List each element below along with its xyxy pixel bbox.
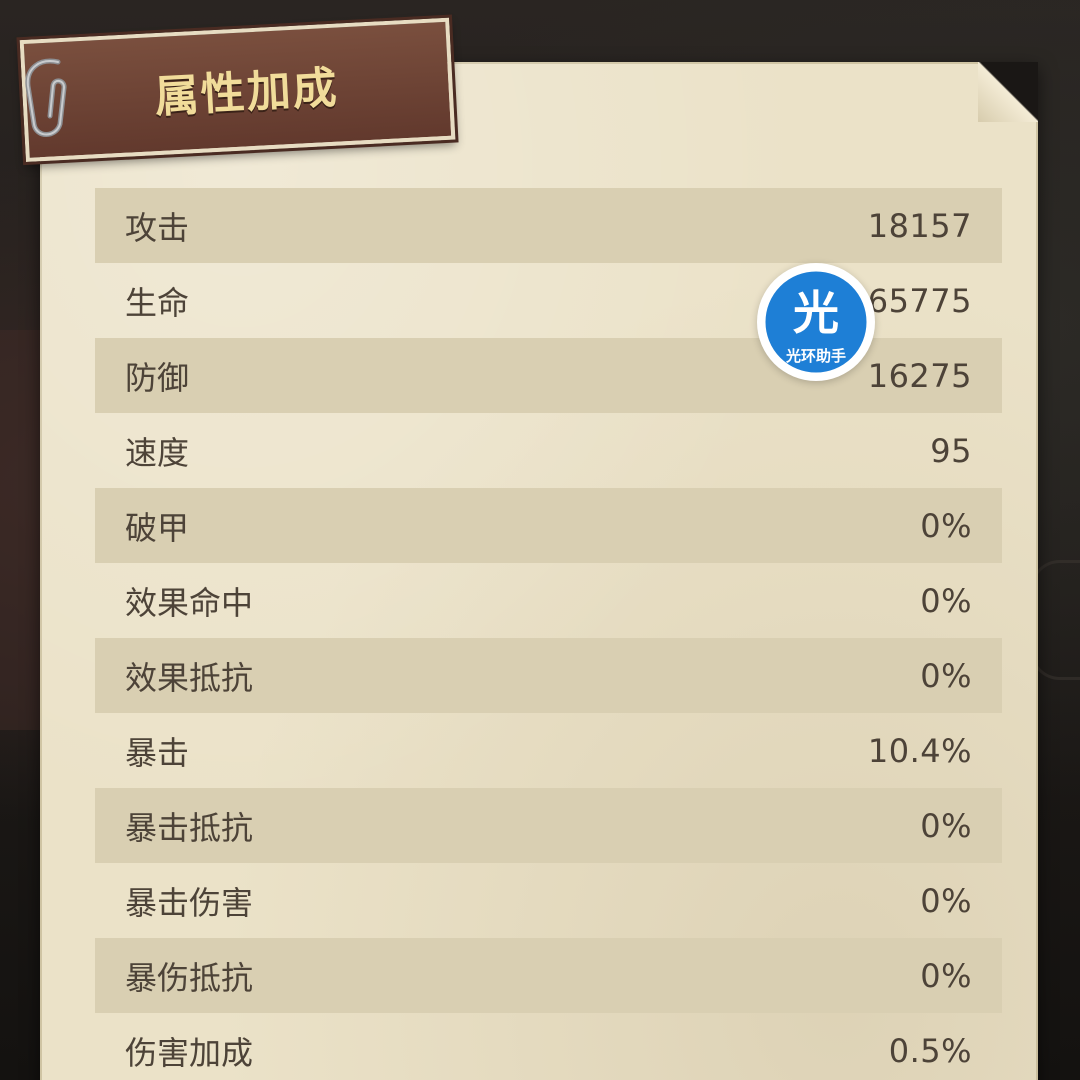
stat-row-crit: 暴击 10.4%: [95, 713, 1002, 788]
stat-value: 0.5%: [888, 1031, 972, 1070]
stat-value: 0%: [920, 656, 972, 695]
stat-label: 生命: [125, 283, 190, 322]
stat-row-effect-resist: 效果抵抗 0%: [95, 638, 1002, 713]
stat-label: 暴击: [125, 733, 190, 772]
stat-label: 速度: [125, 433, 190, 472]
stat-row-speed: 速度 95: [95, 413, 1002, 488]
stat-label: 破甲: [125, 508, 190, 547]
stat-value: 0%: [920, 806, 972, 845]
paperclip-icon: [25, 58, 67, 137]
stat-row-attack: 攻击 18157: [95, 188, 1002, 263]
stat-label: 暴击抵抗: [125, 808, 254, 847]
stat-value: 0%: [920, 506, 972, 545]
title-plaque: 属性加成: [16, 14, 459, 166]
stat-row-effect-hit: 效果命中 0%: [95, 563, 1002, 638]
background-object-left: [0, 330, 44, 730]
stat-row-damage-bonus: 伤害加成 0.5%: [95, 1013, 1002, 1080]
stat-row-crit-resist: 暴击抵抗 0%: [95, 788, 1002, 863]
stat-value: 18157: [867, 206, 972, 245]
stat-label: 暴击伤害: [125, 883, 254, 922]
page-curl-icon: [978, 62, 1038, 122]
stat-label: 防御: [125, 358, 190, 397]
stat-value: 10.4%: [867, 731, 972, 770]
stat-label: 暴伤抵抗: [125, 958, 254, 997]
stat-label: 伤害加成: [125, 1033, 254, 1072]
stat-value: 16275: [867, 356, 972, 395]
stat-value: 95: [930, 431, 972, 470]
stat-row-crit-damage-resist: 暴伤抵抗 0%: [95, 938, 1002, 1013]
watermark-logo-icon[interactable]: 光 光环助手: [757, 263, 875, 381]
watermark-badge: 光 光环助手: [762, 268, 870, 376]
watermark-glyph: 光: [793, 286, 839, 340]
stat-label: 攻击: [125, 208, 190, 247]
stat-value: 0%: [920, 956, 972, 995]
stat-label: 效果抵抗: [125, 658, 254, 697]
stat-row-armor-break: 破甲 0%: [95, 488, 1002, 563]
panel-title: 属性加成: [153, 62, 340, 124]
stat-label: 效果命中: [125, 583, 254, 622]
stat-row-crit-damage: 暴击伤害 0%: [95, 863, 1002, 938]
stat-value: 0%: [920, 581, 972, 620]
watermark-caption: 光环助手: [785, 347, 846, 365]
stat-value: 0%: [920, 881, 972, 920]
